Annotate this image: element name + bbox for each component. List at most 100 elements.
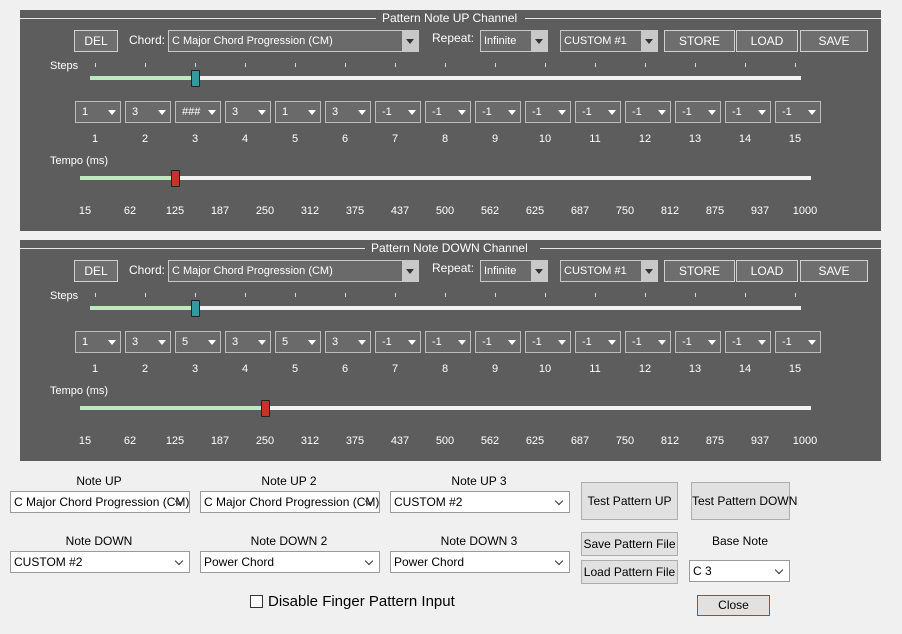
steps-slider-tick [295, 63, 296, 67]
chevron-down-icon [402, 31, 418, 51]
step-value-select[interactable]: 1 [75, 101, 121, 123]
chord-select[interactable]: C Major Chord Progression (CM) [168, 260, 419, 282]
step-value: 3 [132, 336, 139, 348]
step-value-select[interactable]: -1 [675, 101, 721, 123]
step-value: -1 [382, 106, 392, 118]
step-value-select[interactable]: -1 [475, 331, 521, 353]
chord-select[interactable]: C Major Chord Progression (CM) [168, 30, 419, 52]
steps-slider-thumb[interactable] [191, 70, 200, 87]
note-up-2-label: Note UP 2 [261, 474, 317, 488]
custom-pattern-select[interactable]: CUSTOM #1 [560, 30, 658, 52]
steps-slider-thumb[interactable] [191, 300, 200, 317]
note-down-3-label: Note DOWN 3 [440, 534, 518, 548]
step-value-select[interactable]: 3 [225, 331, 271, 353]
load-button[interactable]: LOAD [736, 30, 798, 52]
steps-slider-tick [595, 293, 596, 297]
test-pattern-down-button[interactable]: Test Pattern DOWN [691, 482, 797, 520]
note-up-select[interactable]: C Major Chord Progression (CM) [10, 491, 190, 513]
steps-slider-tick [245, 293, 246, 297]
disable-finger-pattern-checkbox[interactable] [250, 595, 263, 608]
del-button[interactable]: DEL [74, 30, 118, 52]
test-pattern-up-button[interactable]: Test Pattern UP [581, 482, 678, 520]
step-number-label: 15 [788, 133, 802, 145]
step-value-select[interactable]: -1 [775, 101, 821, 123]
load-pattern-file-button[interactable]: Load Pattern File [581, 560, 678, 584]
step-value-select[interactable]: -1 [375, 101, 421, 123]
note-down-2-select[interactable]: Power Chord [200, 551, 380, 573]
tempo-slider-thumb[interactable] [261, 400, 270, 417]
tempo-slider[interactable] [80, 176, 811, 180]
save-button[interactable]: SAVE [800, 30, 868, 52]
chevron-down-icon [531, 261, 547, 281]
panel-title: Pattern Note DOWN Channel [371, 241, 528, 255]
step-value-select[interactable]: -1 [525, 101, 571, 123]
chevron-down-icon [641, 261, 657, 281]
chevron-down-icon [641, 31, 657, 51]
step-value-select[interactable]: 1 [275, 101, 321, 123]
chevron-down-icon [804, 332, 820, 352]
chevron-down-icon [363, 552, 379, 572]
note-down-select[interactable]: CUSTOM #2 [10, 551, 190, 573]
step-number-label: 13 [688, 133, 702, 145]
steps-slider-tick [345, 63, 346, 67]
step-value-select[interactable]: 5 [175, 331, 221, 353]
chevron-down-icon [363, 492, 379, 512]
repeat-select[interactable]: Infinite [480, 30, 548, 52]
custom-pattern-select[interactable]: CUSTOM #1 [560, 260, 658, 282]
step-value-select[interactable]: -1 [475, 101, 521, 123]
close-button[interactable]: Close [697, 595, 770, 616]
step-value-select[interactable]: -1 [575, 101, 621, 123]
step-value-select[interactable]: 1 [75, 331, 121, 353]
tempo-tick-label: 875 [705, 435, 725, 447]
step-value-select[interactable]: -1 [425, 331, 471, 353]
tempo-tick-label: 875 [705, 205, 725, 217]
tempo-slider-thumb[interactable] [171, 170, 180, 187]
step-value-select[interactable]: 3 [325, 101, 371, 123]
step-value-select[interactable]: -1 [725, 101, 771, 123]
step-value-select[interactable]: -1 [575, 331, 621, 353]
tempo-tick-label: 437 [390, 435, 410, 447]
chevron-down-icon [254, 102, 270, 122]
step-value-select[interactable]: 3 [125, 331, 171, 353]
step-value: -1 [482, 336, 492, 348]
tempo-tick-label: 625 [525, 205, 545, 217]
del-button[interactable]: DEL [74, 260, 118, 282]
steps-slider-tick [295, 293, 296, 297]
store-button[interactable]: STORE [664, 260, 735, 282]
tempo-tick-label: 812 [660, 435, 680, 447]
base-note-select[interactable]: C 3 [689, 560, 790, 582]
step-value-select[interactable]: -1 [425, 101, 471, 123]
load-button[interactable]: LOAD [736, 260, 798, 282]
steps-slider-tick [745, 293, 746, 297]
save-button[interactable]: SAVE [800, 260, 868, 282]
step-value-select[interactable]: -1 [625, 101, 671, 123]
note-up-3-select[interactable]: CUSTOM #2 [390, 491, 570, 513]
step-value-select[interactable]: 5 [275, 331, 321, 353]
chevron-down-icon [154, 102, 170, 122]
step-value-select[interactable]: -1 [775, 331, 821, 353]
repeat-select[interactable]: Infinite [480, 260, 548, 282]
save-pattern-file-button[interactable]: Save Pattern File [581, 532, 678, 556]
step-value-select[interactable]: 3 [225, 101, 271, 123]
step-value-select[interactable]: 3 [325, 331, 371, 353]
chevron-down-icon [173, 552, 189, 572]
step-value-select[interactable]: -1 [675, 331, 721, 353]
store-button[interactable]: STORE [664, 30, 735, 52]
note-down-3-select[interactable]: Power Chord [390, 551, 570, 573]
step-value: 5 [182, 336, 189, 348]
note-up-3-label: Note UP 3 [451, 474, 507, 488]
step-value: -1 [382, 336, 392, 348]
step-value-select[interactable]: ### [175, 101, 221, 123]
panel-divider [525, 18, 881, 19]
step-value-select[interactable]: -1 [375, 331, 421, 353]
step-value-select[interactable]: -1 [625, 331, 671, 353]
chevron-down-icon [204, 102, 220, 122]
step-value-select[interactable]: -1 [725, 331, 771, 353]
step-value: -1 [582, 336, 592, 348]
step-value-select[interactable]: 3 [125, 101, 171, 123]
step-number-label: 9 [491, 133, 499, 145]
tempo-slider[interactable] [80, 406, 811, 410]
note-up-2-select[interactable]: C Major Chord Progression (CM) [200, 491, 380, 513]
step-value-select[interactable]: -1 [525, 331, 571, 353]
steps-slider-tick [595, 63, 596, 67]
